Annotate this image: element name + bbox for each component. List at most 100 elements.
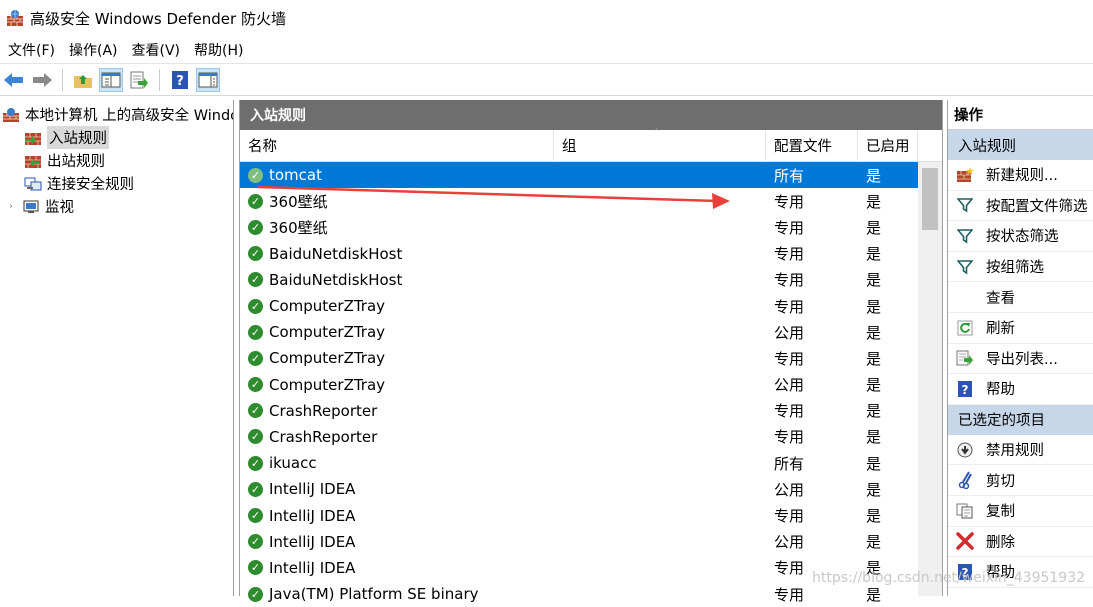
title-bar: 高级安全 Windows Defender 防火墙 [0, 0, 1093, 36]
action-item[interactable]: 刷新 [948, 313, 1093, 344]
action-item[interactable]: 按状态筛选 [948, 221, 1093, 252]
rule-profile: 专用 [774, 428, 805, 447]
show-hide-action-pane-button[interactable] [196, 67, 220, 92]
sort-caret-icon: ˄ [654, 128, 659, 139]
rule-enabled: 是 [866, 376, 882, 395]
watermark-text: https://blog.csdn.net/weixin_43951932 [812, 570, 1086, 586]
enabled-check-icon: ✓ [248, 219, 263, 235]
column-group[interactable]: 组 [554, 129, 766, 162]
table-row[interactable]: ✓ IntelliJ IDEA 公用 是 [240, 529, 942, 555]
action-pane-title: 操作 [948, 100, 1093, 130]
enabled-check-icon: ✓ [248, 246, 263, 262]
forward-button[interactable] [30, 68, 54, 92]
table-row[interactable]: ✓ ComputerZTray 专用 是 [240, 345, 942, 371]
column-enabled[interactable]: 已启用 [858, 129, 918, 162]
rule-name: 360壁纸 [269, 218, 328, 237]
rule-name: ikuacc [269, 454, 317, 473]
rule-name-cell: ✓ ComputerZTray [240, 376, 554, 394]
rule-enabled: 是 [866, 166, 882, 185]
vertical-scrollbar[interactable] [918, 162, 942, 596]
rule-enabled: 是 [866, 507, 882, 526]
action-item-label: 新建规则... [986, 168, 1058, 185]
table-row[interactable]: ✓ ComputerZTray 公用 是 [240, 319, 942, 345]
action-item-label: 禁用规则 [986, 443, 1044, 460]
cut-icon [954, 471, 976, 490]
table-row[interactable]: ✓ IntelliJ IDEA 专用 是 [240, 502, 942, 528]
table-row[interactable]: ✓ ComputerZTray 专用 是 [240, 293, 942, 319]
action-item[interactable]: 新建规则... [948, 160, 1093, 191]
action-section-selected[interactable]: 已选定的项目 [948, 404, 1093, 435]
rule-name: CrashReporter [269, 401, 378, 420]
menu-action[interactable]: 操作(A) [65, 40, 128, 60]
table-row[interactable]: ✓ BaiduNetdiskHost 专用 是 [240, 267, 942, 293]
help-icon: ? [954, 380, 976, 398]
rule-enabled: 是 [866, 402, 882, 421]
table-row[interactable]: ✓ BaiduNetdiskHost 专用 是 [240, 241, 942, 267]
menu-view[interactable]: 查看(V) [128, 40, 191, 60]
table-row[interactable]: ✓ ComputerZTray 公用 是 [240, 372, 942, 398]
tree-root[interactable]: 本地计算机 上的高级安全 Windows Defender 防火墙 [0, 103, 233, 126]
filter-icon [954, 228, 976, 244]
action-item[interactable]: 导出列表... [948, 344, 1093, 375]
table-row[interactable]: ✓ 360壁纸 专用 是 [240, 188, 942, 214]
menu-help[interactable]: 帮助(H) [190, 40, 253, 60]
svg-text:?: ? [176, 74, 184, 89]
column-name[interactable]: 名称 [240, 129, 554, 162]
action-item[interactable]: 查看 [948, 282, 1093, 313]
tree-item-inbound-rules[interactable]: 入站规则 [0, 126, 233, 149]
rule-enabled: 是 [866, 218, 882, 237]
rule-name: BaiduNetdiskHost [269, 244, 403, 263]
tree-item-outbound-rules[interactable]: 出站规则 [0, 149, 233, 172]
scrollbar-thumb[interactable] [922, 168, 938, 230]
action-item[interactable]: ? 帮助 [948, 374, 1093, 405]
expand-chevron-icon[interactable]: › [6, 201, 16, 212]
enabled-check-icon: ✓ [248, 481, 263, 497]
back-arrow-icon [4, 72, 23, 87]
table-row[interactable]: ✓ ikuacc 所有 是 [240, 450, 942, 476]
enabled-check-icon: ✓ [248, 403, 263, 419]
inbound-rules-icon [25, 132, 41, 145]
table-row[interactable]: ✓ tomcat 所有 是 [240, 162, 942, 189]
enabled-check-icon: ✓ [248, 508, 263, 524]
action-item[interactable]: 复制 [948, 496, 1093, 527]
show-hide-tree-button[interactable] [99, 67, 123, 92]
action-item[interactable]: 按组筛选 [948, 252, 1093, 283]
up-button[interactable] [71, 68, 95, 92]
table-row[interactable]: ✓ 360壁纸 专用 是 [240, 214, 942, 240]
action-item[interactable]: 剪切 [948, 465, 1093, 496]
back-button[interactable] [2, 68, 26, 92]
tree-item-monitoring[interactable]: › 监视 [0, 195, 233, 218]
table-row[interactable]: ✓ CrashReporter 专用 是 [240, 398, 942, 424]
rule-name-cell: ✓ 360壁纸 [240, 217, 554, 238]
action-section-inbound[interactable]: 入站规则 [948, 130, 1093, 160]
refresh-icon [954, 320, 976, 336]
rule-name: IntelliJ IDEA [269, 558, 356, 577]
action-item[interactable]: 删除 [948, 527, 1093, 558]
action-item[interactable]: 禁用规则 [948, 435, 1093, 466]
rule-name: ComputerZTray [269, 375, 386, 394]
export-list-button[interactable] [127, 68, 151, 92]
rule-enabled: 是 [866, 428, 882, 447]
rule-profile: 专用 [774, 585, 805, 604]
rule-enabled: 是 [866, 297, 882, 316]
toolbar-separator [62, 68, 63, 91]
help-button[interactable]: ? [168, 68, 192, 92]
rule-enabled: 是 [866, 533, 882, 552]
table-row[interactable]: ✓ CrashReporter 专用 是 [240, 424, 942, 450]
enabled-check-icon: ✓ [248, 298, 263, 314]
rule-name-cell: ✓ ComputerZTray [240, 297, 554, 315]
column-header-row: 名称 组 配置文件 已启用 ˄ [240, 128, 942, 162]
action-item-label: 按组筛选 [986, 260, 1044, 277]
outbound-rules-icon [25, 155, 41, 168]
rule-name: IntelliJ IDEA [269, 532, 356, 551]
rule-profile: 公用 [774, 480, 805, 499]
table-row[interactable]: ✓ IntelliJ IDEA 公用 是 [240, 476, 942, 502]
rule-name-cell: ✓ Java(TM) Platform SE binary [240, 585, 554, 603]
rule-profile: 专用 [774, 192, 805, 211]
enabled-check-icon: ✓ [248, 350, 263, 366]
tree-item-connection-security-rules[interactable]: 连接安全规则 [0, 172, 233, 195]
menu-file[interactable]: 文件(F) [4, 40, 65, 60]
filter-icon [954, 259, 976, 275]
action-item[interactable]: 按配置文件筛选 [948, 191, 1093, 222]
column-profile[interactable]: 配置文件 [766, 129, 858, 162]
